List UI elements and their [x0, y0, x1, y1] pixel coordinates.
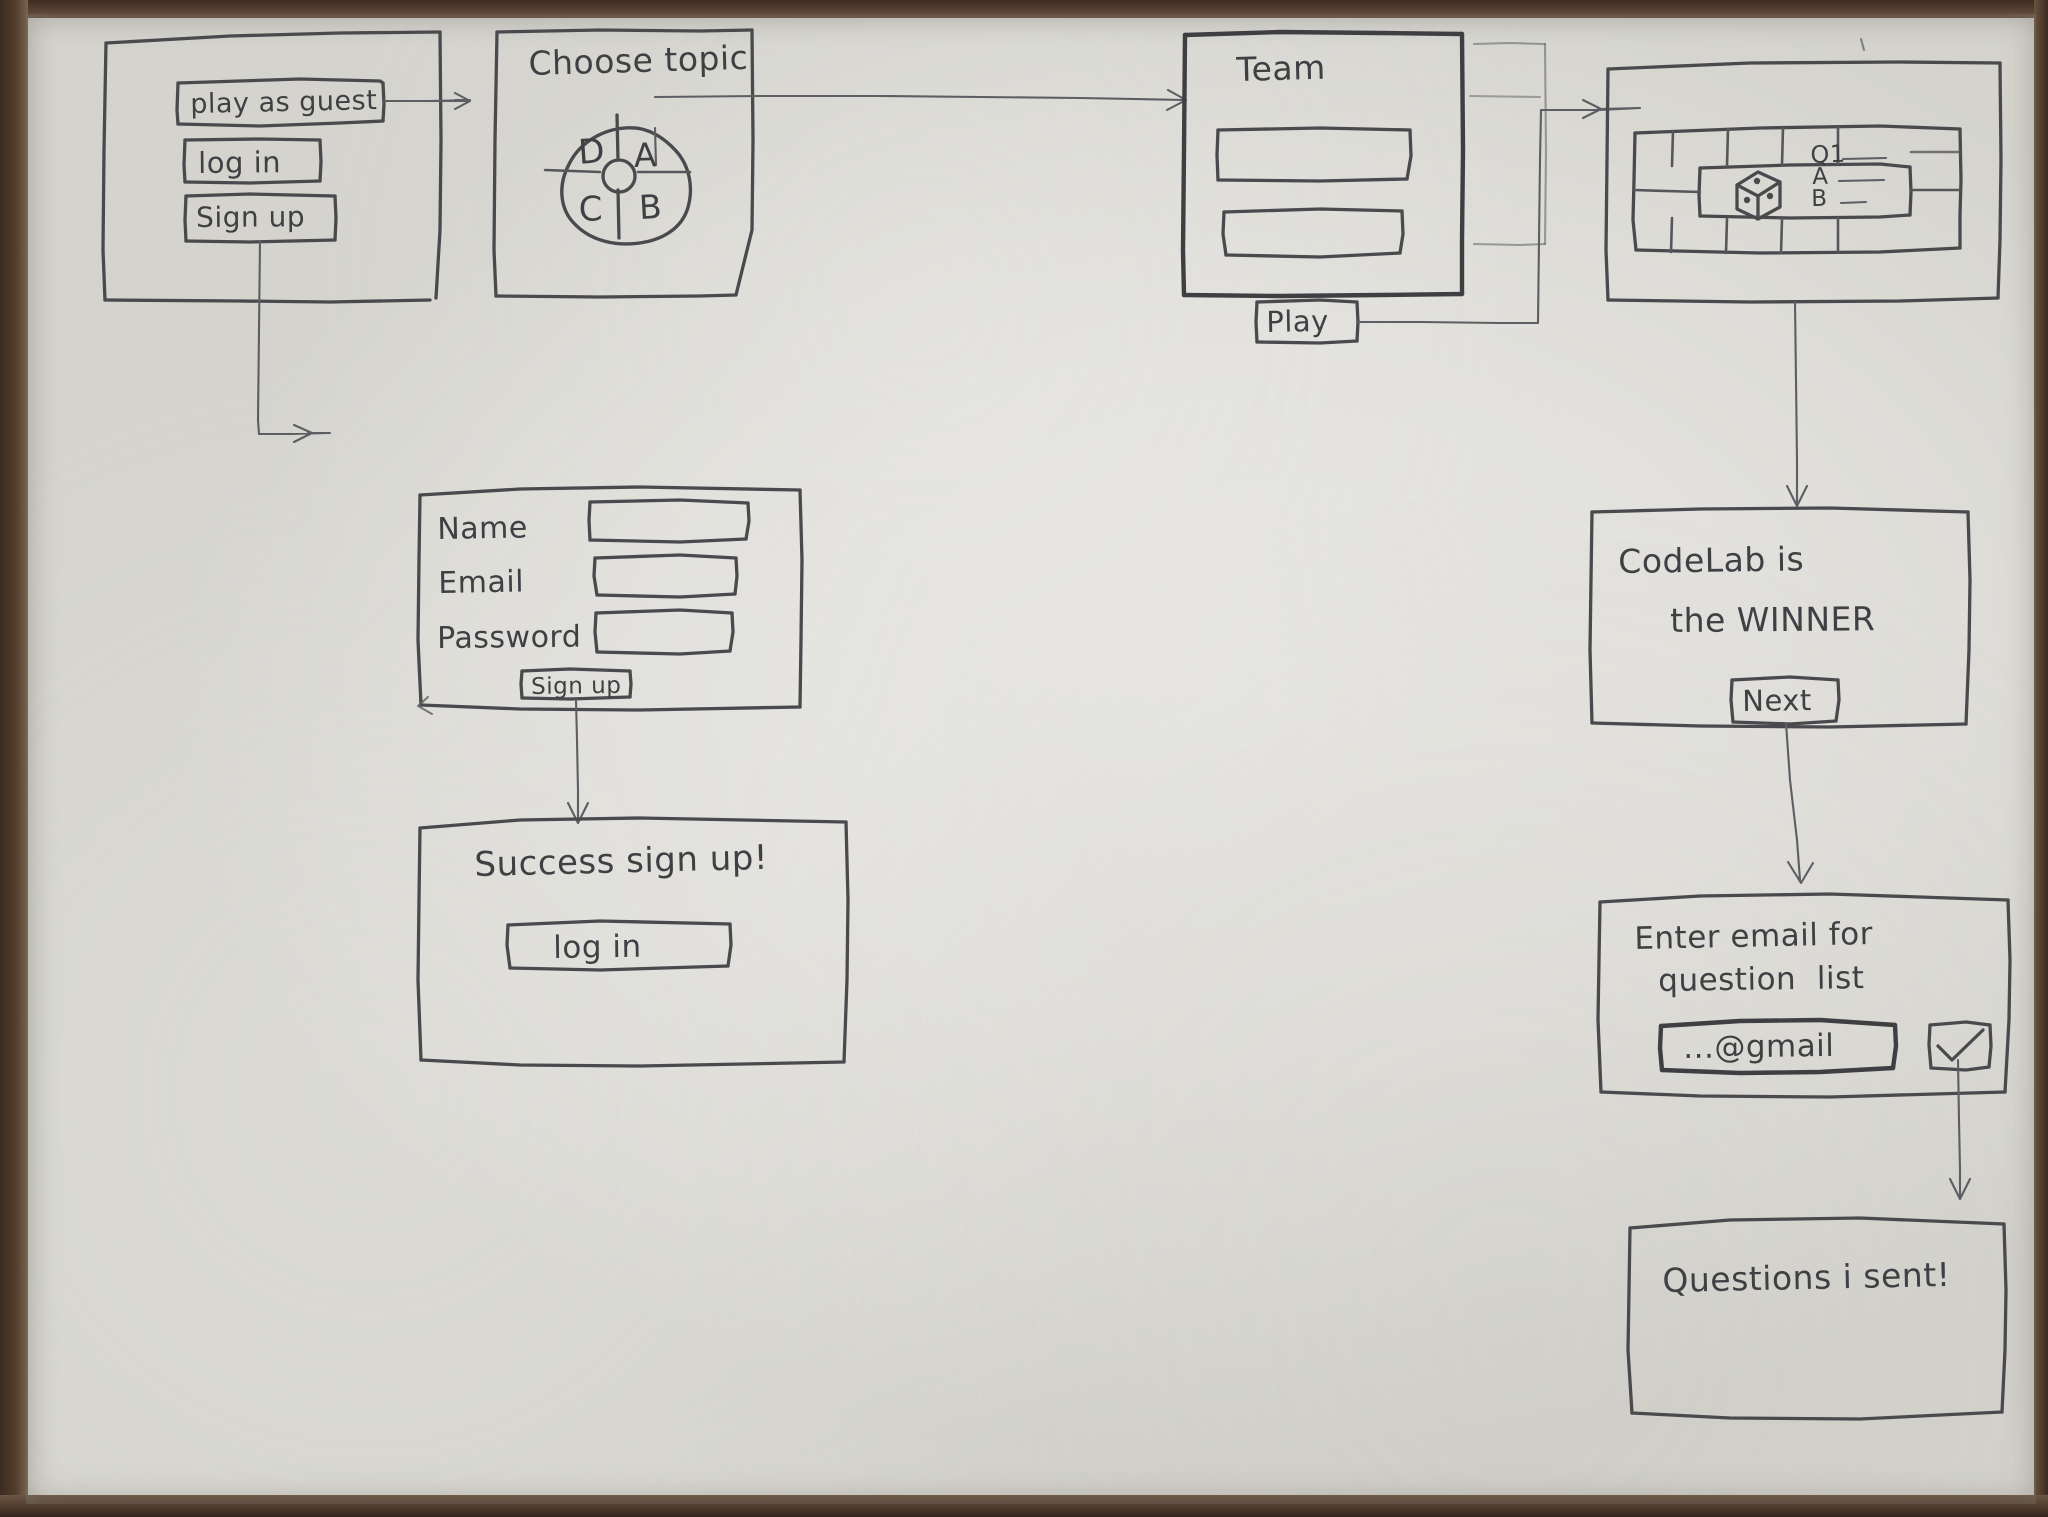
landing-button-label-play-as-guest: play as guest — [190, 85, 378, 120]
winner-message-line-1: CodeLab is — [1618, 539, 1805, 581]
board-answer-label-b: B — [1811, 185, 1828, 212]
wheel-segment-label-c: C — [578, 189, 604, 230]
wheel-segment-label-b: B — [638, 186, 664, 227]
wheel-segment-label-d: D — [577, 131, 607, 173]
game-board-screen[interactable] — [1604, 60, 2003, 304]
questions-sent-message: Questions i sent! — [1662, 1254, 1951, 1300]
signup-input-email[interactable] — [592, 553, 739, 599]
connector-next-to-email — [1784, 721, 1815, 885]
questions-sent-screen[interactable] — [1626, 1216, 2008, 1421]
email-capture-prompt-line-2: question list — [1658, 960, 1865, 999]
check-icon — [1936, 1028, 1985, 1062]
topic-spinner-wheel[interactable] — [543, 113, 693, 246]
signup-input-name[interactable] — [587, 498, 751, 544]
team-input-field-2[interactable] — [1221, 207, 1405, 259]
board-grid[interactable] — [1631, 124, 1963, 255]
email-confirm-button[interactable] — [1927, 1020, 1993, 1072]
connector-email-to-sent — [1948, 1058, 1972, 1201]
signup-form-button-label: Sign up — [531, 672, 622, 700]
team-title: Team — [1236, 47, 1327, 89]
choose-topic-title: Choose topic — [528, 37, 749, 83]
connector-guest-to-topic — [381, 91, 472, 111]
email-input-value: ...@gmail — [1683, 1027, 1835, 1066]
connector-form-to-success — [566, 698, 590, 825]
signup-field-label-password: Password — [437, 619, 582, 656]
signup-field-label-email: Email — [438, 564, 525, 601]
signup-success-message: Success sign up! — [474, 837, 769, 885]
landing-button-label-sign-up: Sign up — [196, 200, 306, 234]
team-input-field-1[interactable] — [1215, 126, 1413, 183]
landing-button-label-log-in: log in — [198, 145, 282, 180]
connector-topic-to-team — [653, 88, 1188, 112]
team-button-label-play: Play — [1266, 303, 1330, 339]
connector-board-to-winner — [1785, 300, 1809, 508]
signup-input-password[interactable] — [593, 608, 735, 656]
winner-message-line-2: the WINNER — [1670, 599, 1876, 640]
wheel-segment-label-a: A — [633, 135, 658, 175]
signup-field-label-name: Name — [437, 510, 529, 547]
success-button-label-log-in: log in — [553, 928, 642, 966]
connector-signup-to-form — [256, 239, 332, 444]
email-capture-prompt-line-1: Enter email for — [1634, 916, 1874, 957]
dice-icon — [1735, 170, 1782, 221]
stray-pencil-mark — [1859, 37, 1866, 52]
winner-button-label-next: Next — [1742, 683, 1813, 718]
